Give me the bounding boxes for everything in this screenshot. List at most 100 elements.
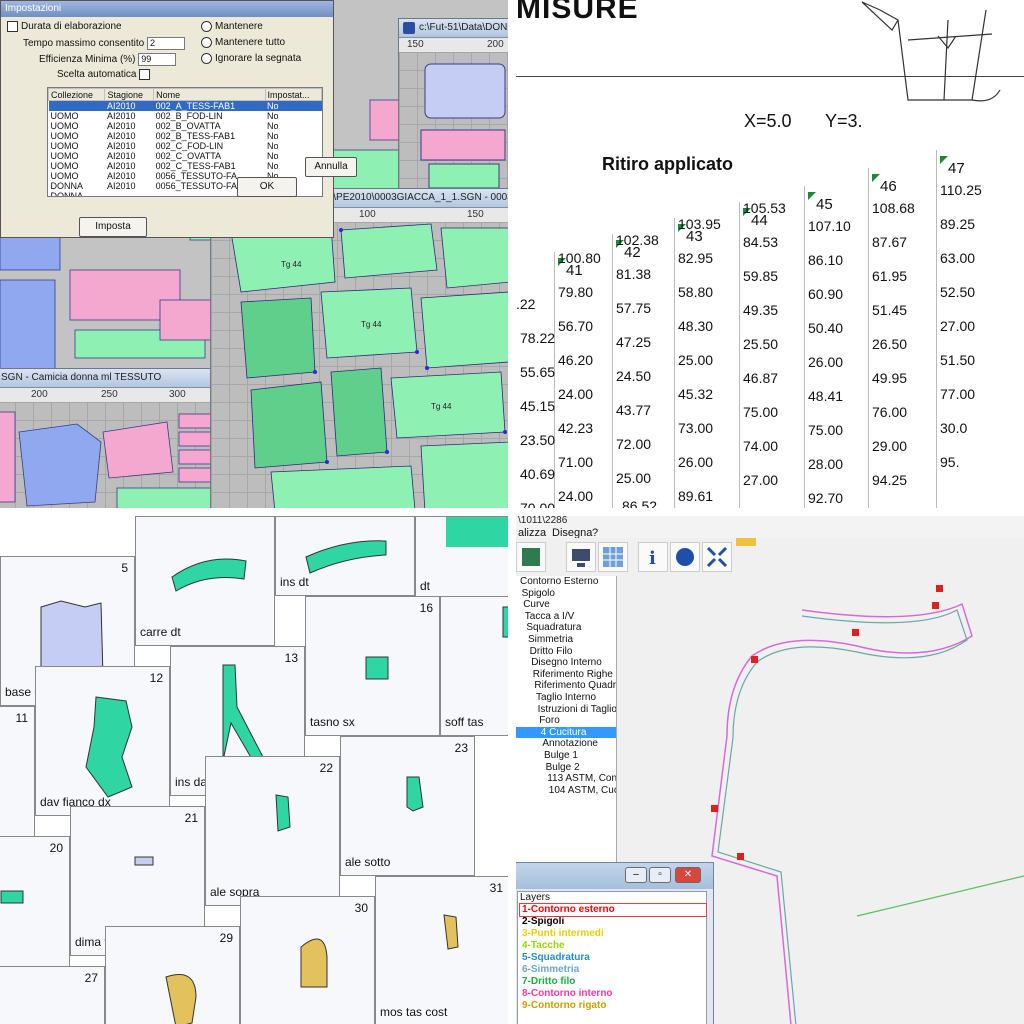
apply-button[interactable]: Imposta (79, 217, 147, 237)
piece-tile[interactable]: 30 (240, 896, 375, 1024)
marker-window-top-right[interactable]: c:\Fut-51\Data\DONNA 150200 (398, 18, 508, 198)
info-tool-button[interactable]: i (638, 542, 668, 572)
layer-item[interactable]: 5-Squadratura (520, 952, 706, 964)
tree-item[interactable]: Disegno Interno (516, 657, 616, 669)
measure-cell: 28.00 (808, 456, 844, 472)
list-tool-button[interactable] (566, 542, 596, 572)
layer-item[interactable]: 1-Contorno esterno (519, 903, 707, 917)
table-row[interactable]: UOMO AI2010 002_C_TESS-FAB1 No (49, 161, 322, 171)
tree-item[interactable]: Bulge 1 (516, 750, 616, 762)
piece-tile[interactable]: dt (415, 516, 508, 600)
piece-tile[interactable]: 23 ale sotto (340, 736, 475, 876)
table-cell: DONNA (50, 181, 84, 191)
marker-window-bottom-left[interactable]: SGN - Camicia donna ml TESSUTO 200 250 300 (0, 368, 232, 508)
ignore-marked-radio[interactable] (201, 53, 212, 64)
table-row[interactable]: UOMO AI2010 002_C_OVATTA No (49, 151, 322, 161)
col-settings[interactable]: Impostat... (264, 88, 322, 101)
tree-item[interactable]: Curve (516, 599, 616, 611)
table-row[interactable]: AI2010 002_A_TESS-FAB1 No (48, 100, 322, 111)
tree-item[interactable]: Istruzioni di Taglio (516, 704, 616, 716)
size-flag-icon (872, 174, 880, 182)
auto-choice-checkbox[interactable] (139, 69, 151, 80)
tree-item[interactable]: 113 ASTM, Contorno Es (516, 773, 616, 785)
grain-line (856, 875, 1024, 917)
piece-tile[interactable]: 29 (105, 926, 240, 1024)
piece-tile[interactable]: 16 tasno sx (305, 596, 440, 736)
tree-item[interactable]: 104 ASTM, Cucitura (516, 785, 616, 797)
size-header: 45 (816, 196, 833, 213)
measure-cell: 48.41 (808, 388, 844, 404)
col-season[interactable]: Stagione (104, 88, 155, 101)
table-row[interactable]: UOMO AI2010 002_B_FOD-LIN No (49, 111, 322, 121)
tree-item-label: Disegno Interno (531, 657, 602, 669)
layers-list[interactable]: Layers 1-Contorno esterno 2-Spigoli 3-Punt… (517, 891, 707, 1024)
duration-checkbox[interactable] (7, 21, 18, 32)
keep-radio[interactable] (201, 21, 212, 32)
measure-cell: 87.67 (872, 234, 908, 250)
size-header: 47 (948, 160, 965, 177)
tree-item[interactable]: Taglio Interno (516, 692, 616, 704)
tree-item[interactable]: Tacca a I/V (516, 611, 616, 623)
tree-item[interactable]: Bulge 2 (516, 762, 616, 774)
measure-cell: 49.95 (872, 370, 908, 386)
piece-tile[interactable]: carre dt (135, 516, 275, 646)
max-time-input[interactable]: 2 (146, 37, 185, 50)
layer-item[interactable]: 9-Contorno rigato (520, 1000, 706, 1012)
maximize-button[interactable]: ▫ (649, 867, 671, 883)
marker-canvas[interactable] (0, 402, 232, 508)
piece-tile[interactable]: 22 ale sopra (205, 756, 340, 906)
layer-item[interactable]: 7-Dritto filo (520, 976, 706, 988)
layer-item[interactable]: 8-Contorno interno (520, 988, 706, 1000)
tree-item[interactable]: Riferimento Righe (516, 669, 616, 681)
ok-button[interactable]: OK (237, 177, 297, 197)
piece-tile[interactable]: 20asno sotto sx (0, 836, 70, 986)
keep-all-radio[interactable] (201, 37, 212, 48)
size-header: 46 (880, 178, 897, 195)
layer-item[interactable]: 3-Punti intermedi (520, 928, 706, 940)
layer-item[interactable]: 2-Spigoli (520, 916, 706, 928)
close-button[interactable]: ✕ (675, 867, 701, 883)
tree-item[interactable]: Spigolo (516, 588, 616, 600)
pattern-piece (420, 129, 506, 161)
measure-cell: 84.53 (743, 234, 779, 250)
table-row[interactable]: UOMO AI2010 002_B_OVATTA No (49, 121, 322, 131)
table-row[interactable]: UOMO AI2010 002_C_FOD-LIN No (49, 141, 322, 151)
cancel-button[interactable]: Annulla (305, 157, 357, 177)
tree-item[interactable]: Squadratura (516, 622, 616, 634)
measure-cell: 26.00 (808, 354, 844, 370)
col-name[interactable]: Nome (153, 88, 266, 101)
piece-tile[interactable]: 27 (0, 966, 105, 1024)
marker-canvas[interactable] (399, 52, 508, 197)
corner-point (936, 585, 943, 592)
save-tool-button[interactable] (516, 542, 546, 572)
grid-icon (603, 547, 623, 567)
tree-item[interactable]: Riferimento Quadri (516, 680, 616, 692)
min-efficiency-input[interactable]: 99 (138, 53, 177, 66)
piece-tile[interactable]: 11x (0, 706, 35, 856)
tree-item[interactable]: Foro (516, 715, 616, 727)
measure-cell: 77.00 (940, 386, 976, 402)
piece-tile[interactable]: 12 dav fianco dx (35, 666, 170, 816)
minimize-button[interactable]: – (625, 867, 647, 883)
point-tool-button[interactable] (670, 542, 700, 572)
tree-item[interactable]: Dritto Filo (516, 646, 616, 658)
tree-item[interactable]: 4 Cucitura (516, 726, 616, 739)
measure-cell: 56.70 (558, 318, 594, 334)
tree-item-label: Bulge 1 (544, 749, 578, 761)
layer-item[interactable]: 4-Tacche (520, 940, 706, 952)
layer-item[interactable]: 6-Simmetria (520, 964, 706, 976)
grid-tool-button[interactable] (598, 542, 628, 572)
pattern-piece (340, 223, 438, 279)
piece-tile[interactable]: 31 mos tas cost (375, 876, 508, 1024)
col-collection[interactable]: Collezione (48, 88, 106, 101)
marker-canvas[interactable]: Tg 44 Tg 44 Tg 44 (211, 222, 508, 508)
tree-item[interactable]: Contorno Esterno (516, 576, 616, 588)
expand-tool-button[interactable] (702, 542, 732, 572)
piece-tile[interactable]: soff tas (440, 596, 508, 736)
pattern-piece (250, 381, 328, 469)
tree-item[interactable]: Annotazione (516, 738, 616, 750)
piece-tile[interactable]: ins dt (275, 516, 415, 596)
table-cell: AI2010 (106, 131, 136, 141)
table-row[interactable]: UOMO AI2010 002_B_TESS-FAB1 No (49, 131, 322, 141)
tree-item[interactable]: Simmetria (516, 634, 616, 646)
